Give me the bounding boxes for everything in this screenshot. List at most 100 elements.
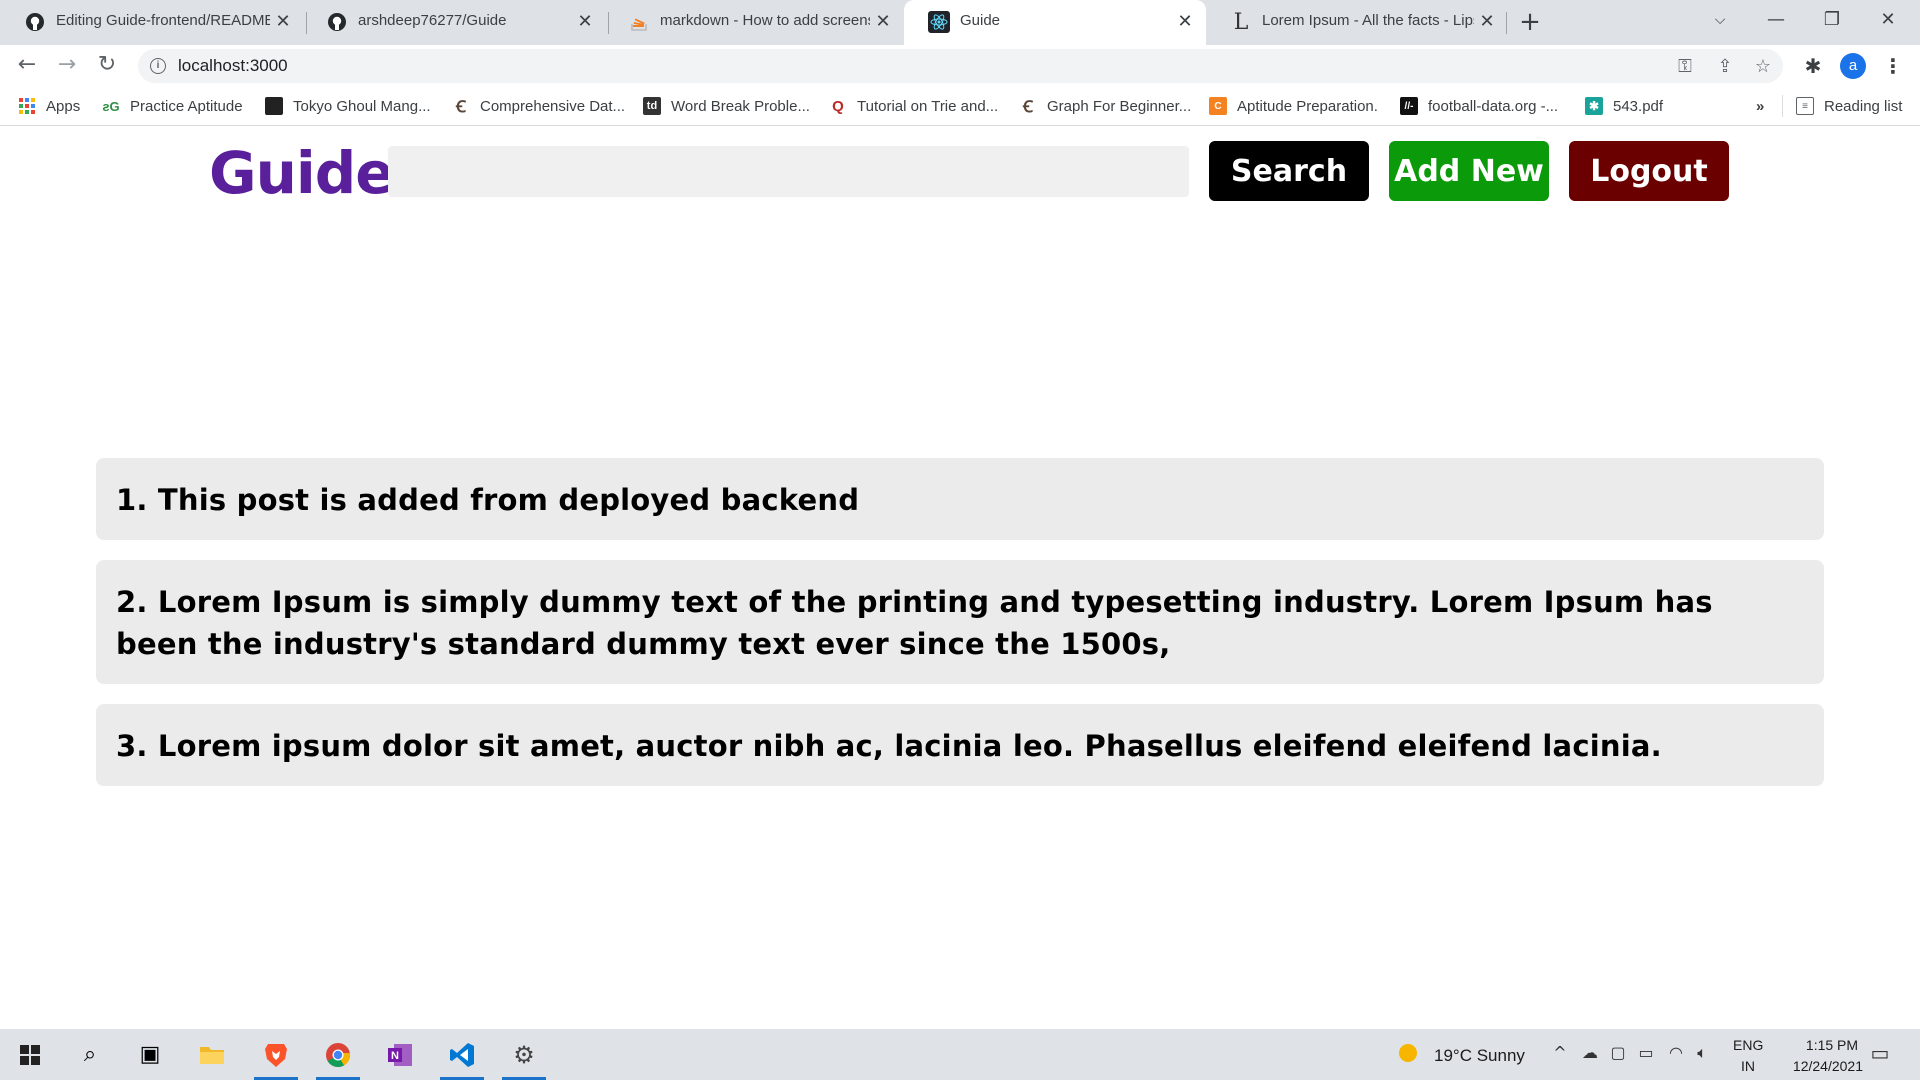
guide-app: Guide Search Add New Logout 1. This post…	[0, 127, 1920, 1029]
bookmark-label: Graph For Beginner...	[1047, 97, 1192, 115]
manga-icon	[265, 97, 283, 115]
clock-date[interactable]: 12/24/2021	[1773, 1058, 1863, 1074]
tab-lorem-ipsum[interactable]: L Lorem Ipsum - All the facts - Lips ✕	[1206, 0, 1508, 45]
site-info-icon[interactable]: i	[150, 58, 166, 74]
bookmark-label: Aptitude Preparation.	[1237, 97, 1378, 115]
quora-icon: Q	[832, 97, 844, 115]
share-icon[interactable]: ⇪	[1714, 56, 1736, 78]
brave-browser-icon[interactable]	[248, 1029, 304, 1080]
bookmark-label: 543.pdf	[1613, 97, 1664, 115]
file-explorer-icon[interactable]	[184, 1029, 240, 1080]
logout-button[interactable]: Logout	[1569, 141, 1729, 201]
reading-list-label: Reading list	[1824, 97, 1903, 115]
windows-taskbar: ⌕ ▣ N ⚙ 19°C Sunny ^ ☁ ▢ ▭ ◠ 🔈︎ ENG IN 1…	[0, 1029, 1920, 1080]
codechef-icon: Ꞓ	[1023, 99, 1033, 116]
chrome-icon[interactable]	[310, 1029, 366, 1080]
vscode-icon[interactable]	[434, 1029, 490, 1080]
bookmarks-bar: Apps ƨG Practice Aptitude Tokyo Ghoul Ma…	[0, 86, 1920, 126]
bookmark-label: Apps	[46, 97, 81, 115]
github-icon	[24, 11, 46, 33]
tab-guide-active[interactable]: Guide ✕	[904, 0, 1206, 45]
close-icon[interactable]: ✕	[1476, 10, 1498, 32]
post-item[interactable]: 3. Lorem ipsum dolor sit amet, auctor ni…	[96, 704, 1824, 786]
restore-button[interactable]: ❐	[1804, 0, 1860, 45]
brand-logo[interactable]: Guide	[209, 139, 395, 207]
back-button[interactable]: ←	[12, 51, 42, 81]
svg-text:N: N	[391, 1050, 399, 1062]
github-icon	[326, 11, 348, 33]
ia-icon: C	[1209, 97, 1227, 115]
bookmark-aptitude-prep[interactable]: C Aptitude Preparation.	[1209, 95, 1378, 117]
tab-search-icon[interactable]: ⌵	[1692, 0, 1748, 45]
apps-grid-icon	[18, 97, 36, 115]
menu-icon[interactable]: ⋮	[1880, 53, 1906, 79]
bookmark-graph-beginners[interactable]: Ꞓ Graph For Beginner...	[1019, 95, 1191, 117]
search-input[interactable]	[388, 146, 1189, 197]
close-window-button[interactable]: ✕	[1860, 0, 1916, 45]
extensions-icon[interactable]: ✱	[1800, 53, 1826, 79]
add-new-button[interactable]: Add New	[1389, 141, 1549, 201]
weather-text[interactable]: 19°C Sunny	[1434, 1046, 1525, 1066]
football-data-icon: //-	[1400, 97, 1418, 115]
stackoverflow-icon	[628, 11, 650, 33]
bookmark-star-icon[interactable]: ☆	[1752, 56, 1774, 78]
bookmark-word-break[interactable]: td Word Break Proble...	[643, 95, 810, 117]
bookmark-label: Practice Aptitude	[130, 97, 243, 115]
td-icon: td	[643, 97, 661, 115]
tab-strip: Editing Guide-frontend/README ✕ arshdeep…	[0, 0, 1920, 45]
tab-guide-repo[interactable]: arshdeep76277/Guide ✕	[302, 0, 606, 45]
key-icon[interactable]: ⚿	[1674, 56, 1696, 78]
tab-stackoverflow[interactable]: markdown - How to add screensh ✕	[604, 0, 904, 45]
language-indicator[interactable]: ENG	[1733, 1037, 1763, 1053]
address-bar[interactable]: i localhost:3000 ⚿ ⇪ ☆	[138, 49, 1783, 83]
clock-time[interactable]: 1:15 PM	[1787, 1037, 1877, 1053]
bookmarks-overflow-button[interactable]: »	[1756, 95, 1764, 117]
reading-list-button[interactable]: ≡ Reading list	[1796, 95, 1902, 117]
close-icon[interactable]: ✕	[872, 10, 894, 32]
new-tab-button[interactable]: +	[1516, 9, 1544, 37]
settings-gear-icon[interactable]: ⚙	[496, 1029, 552, 1080]
meet-now-icon[interactable]: ▢	[1608, 1043, 1628, 1063]
chevron-up-icon[interactable]: ^	[1550, 1043, 1570, 1063]
tab-title: Editing Guide-frontend/README	[56, 12, 270, 29]
onedrive-cloud-icon[interactable]: ☁	[1580, 1043, 1600, 1063]
region-indicator[interactable]: IN	[1741, 1058, 1755, 1074]
url-text[interactable]: localhost:3000	[178, 56, 288, 76]
bookmark-trie-tutorial[interactable]: Q Tutorial on Trie and...	[829, 95, 998, 117]
search-icon[interactable]: ⌕	[62, 1029, 118, 1080]
windows-start-icon[interactable]	[2, 1029, 58, 1080]
weather-sun-icon	[1398, 1043, 1418, 1063]
post-item[interactable]: 1. This post is added from deployed back…	[96, 458, 1824, 540]
close-icon[interactable]: ✕	[574, 10, 596, 32]
bookmark-tokyo-ghoul[interactable]: Tokyo Ghoul Mang...	[265, 95, 431, 117]
profile-avatar[interactable]: a	[1840, 53, 1866, 79]
search-button[interactable]: Search	[1209, 141, 1369, 201]
react-icon	[928, 11, 950, 33]
bookmark-543-pdf[interactable]: ✱ 543.pdf	[1585, 95, 1663, 117]
bookmark-label: Tutorial on Trie and...	[857, 97, 999, 115]
notification-center-icon[interactable]: ▭	[1870, 1043, 1890, 1063]
pdf-icon: ✱	[1585, 97, 1603, 115]
bookmark-comprehensive-data[interactable]: Ꞓ Comprehensive Dat...	[452, 95, 625, 117]
onenote-icon[interactable]: N	[372, 1029, 428, 1080]
bookmark-football-data[interactable]: //- football-data.org -...	[1400, 95, 1558, 117]
volume-icon[interactable]: 🔈︎	[1692, 1043, 1712, 1063]
bookmark-label: Comprehensive Dat...	[480, 97, 626, 115]
close-icon[interactable]: ✕	[1174, 10, 1196, 32]
tab-title: arshdeep76277/Guide	[358, 12, 507, 29]
forward-button[interactable]: →	[52, 51, 82, 81]
bookmark-apps[interactable]: Apps	[18, 95, 80, 117]
tab-editing-readme[interactable]: Editing Guide-frontend/README ✕	[0, 0, 304, 45]
task-view-icon[interactable]: ▣	[122, 1029, 178, 1080]
post-item[interactable]: 2. Lorem Ipsum is simply dummy text of t…	[96, 560, 1824, 684]
battery-icon[interactable]: ▭	[1636, 1043, 1656, 1063]
tab-separator	[1506, 12, 1507, 34]
wifi-icon[interactable]: ◠	[1666, 1043, 1686, 1063]
browser-toolbar: ← → ↻ i localhost:3000 ⚿ ⇪ ☆ ✱ a ⋮	[0, 45, 1920, 86]
bookmark-label: Word Break Proble...	[671, 97, 810, 115]
close-icon[interactable]: ✕	[272, 10, 294, 32]
minimize-button[interactable]: —	[1748, 0, 1804, 45]
bookmarks-divider	[1782, 95, 1783, 117]
reload-button[interactable]: ↻	[92, 51, 122, 81]
bookmark-practice-aptitude[interactable]: ƨG Practice Aptitude	[102, 95, 243, 117]
